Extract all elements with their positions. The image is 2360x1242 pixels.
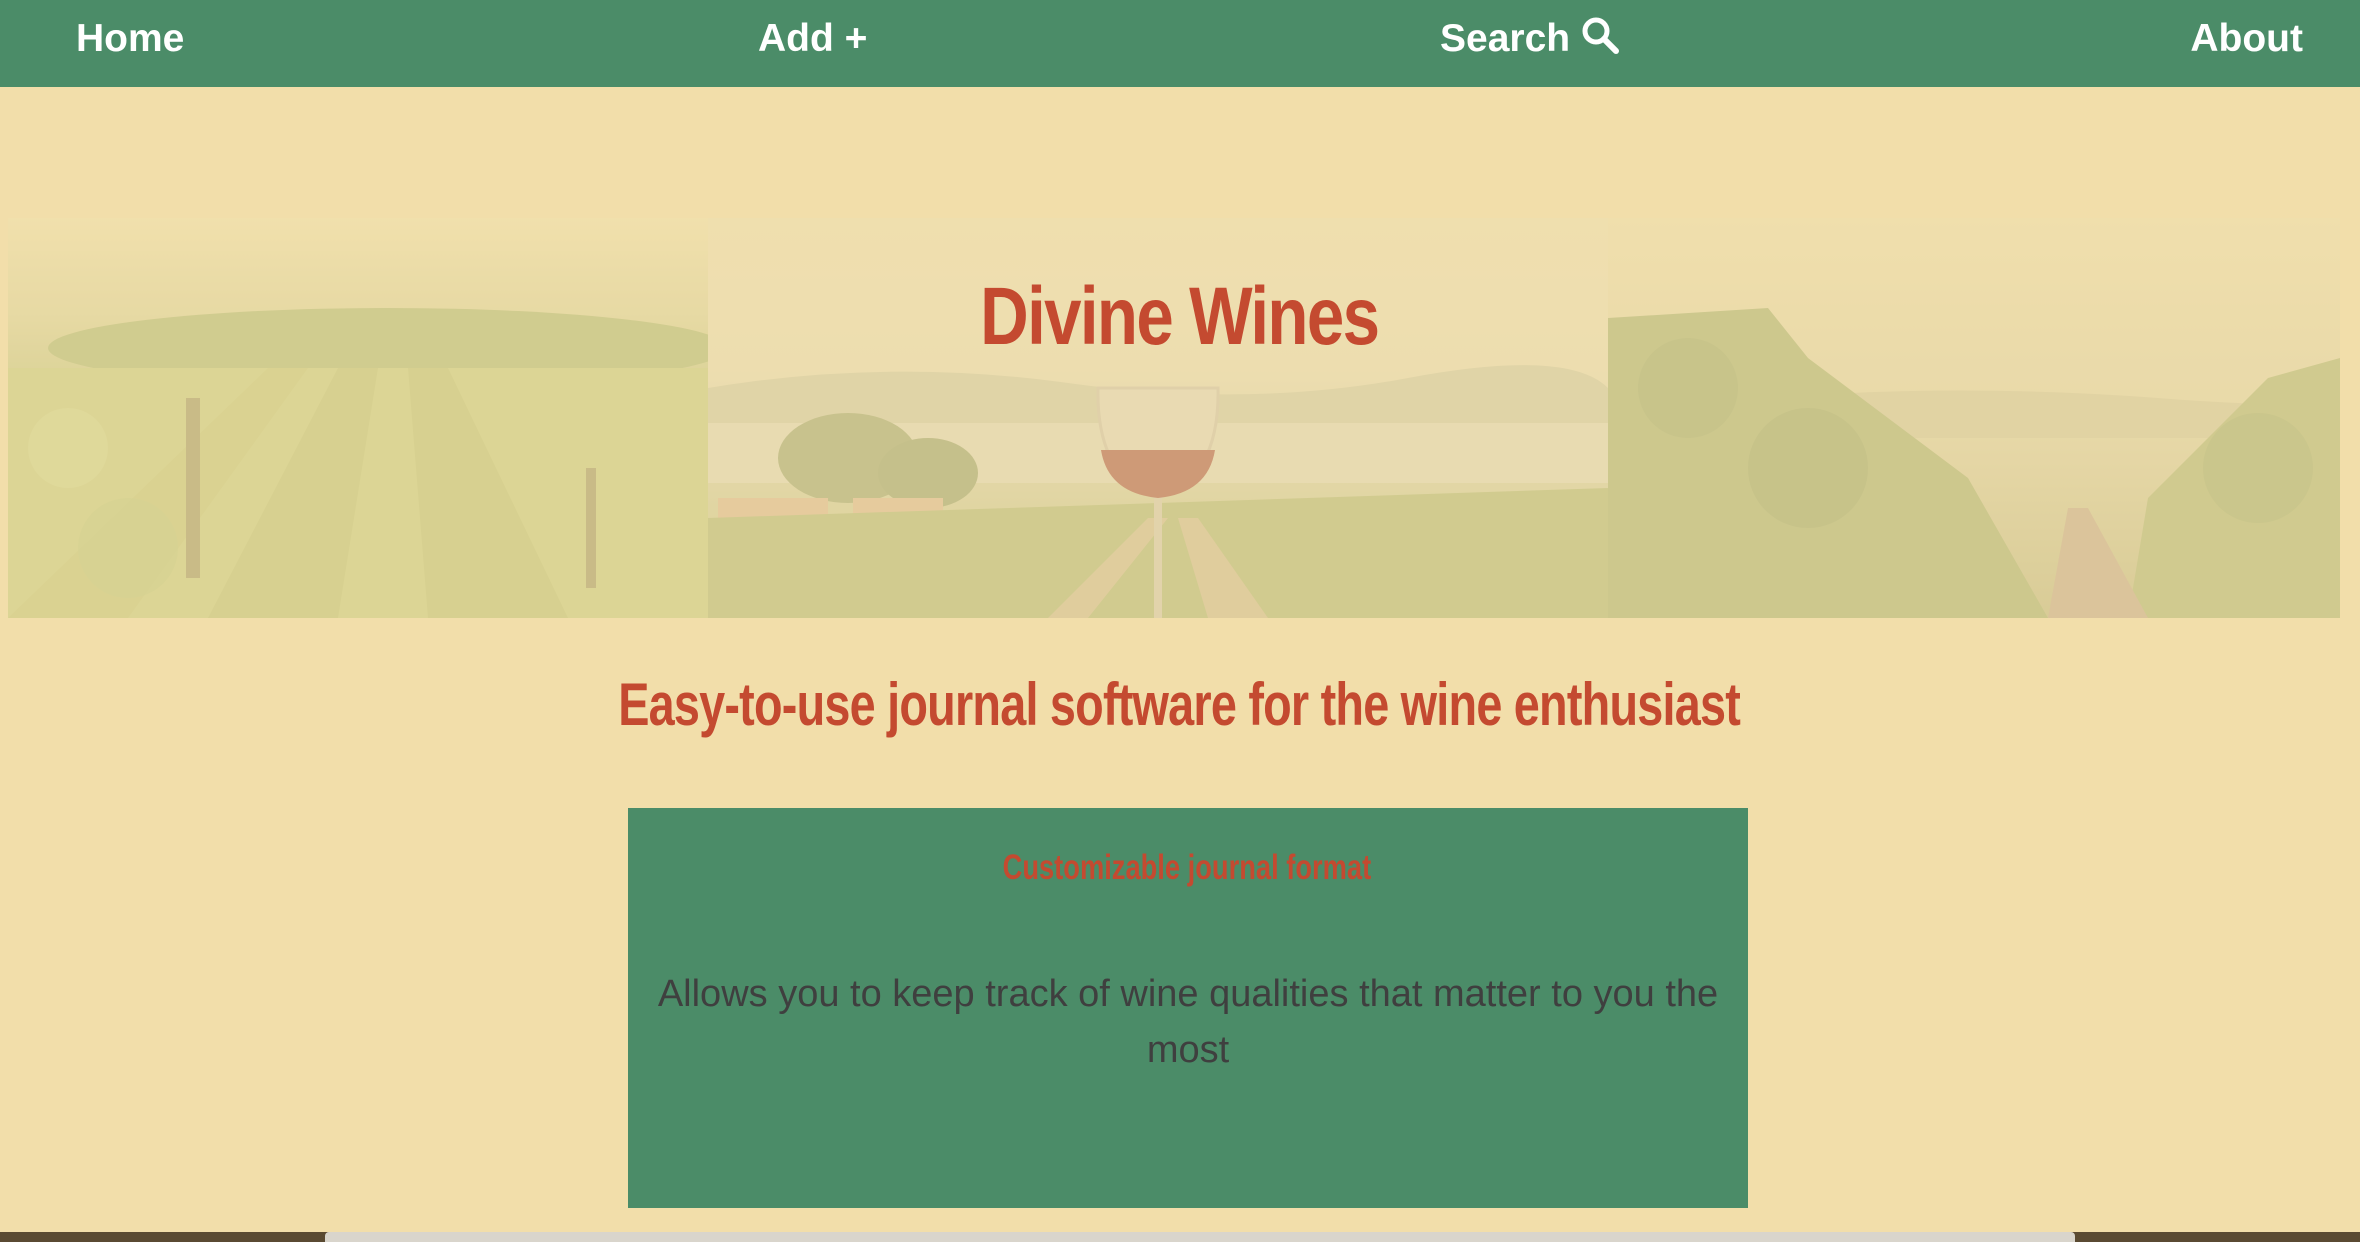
- feature-title: Customizable journal format: [1002, 848, 1372, 887]
- nav-about-link[interactable]: About: [2190, 0, 2303, 78]
- top-nav: Home Add + Search About: [0, 0, 2360, 87]
- nav-search-link[interactable]: Search: [1440, 0, 1620, 78]
- search-icon: [1582, 17, 1620, 54]
- site-title: Divine Wines: [980, 271, 1380, 362]
- dock-edge: [325, 1232, 2075, 1242]
- feature-description: Allows you to keep track of wine qualiti…: [657, 973, 1719, 1071]
- feature-card: Customizable journal format Allows you t…: [628, 808, 1748, 1208]
- nav-add-link[interactable]: Add +: [758, 0, 867, 78]
- nav-home-link[interactable]: Home: [76, 0, 184, 78]
- nav-search-label: Search: [1440, 17, 1571, 60]
- tagline-heading: Easy-to-use journal software for the win…: [618, 671, 1741, 738]
